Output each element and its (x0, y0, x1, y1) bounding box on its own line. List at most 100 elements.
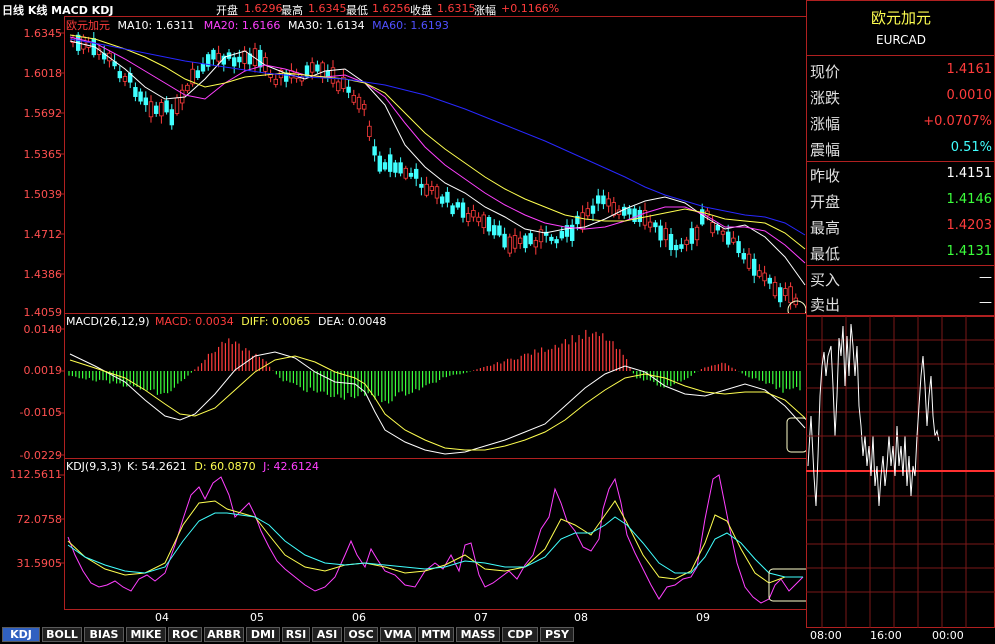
quote-row-ask: 卖出 — (810, 295, 992, 314)
candle-body (408, 172, 414, 177)
d-value: D: 60.0870 (194, 460, 256, 473)
time-tick: 00:00 (932, 629, 964, 642)
candle-body (601, 195, 606, 205)
candle-body (237, 56, 242, 63)
candle-body (590, 205, 596, 214)
date-tick: 04 (155, 611, 169, 624)
price-chart[interactable] (65, 17, 806, 313)
candle-body (361, 103, 367, 110)
candle-body (138, 91, 143, 102)
ma30-line (69, 34, 806, 250)
candle-body (481, 214, 486, 229)
intraday-chart[interactable] (806, 316, 995, 628)
candle-body (122, 76, 128, 82)
j-value: J: 42.6124 (263, 460, 320, 473)
candle-body (653, 222, 658, 228)
kdj-chart[interactable] (65, 459, 806, 609)
ma10-label: MA10: 1.6311 (117, 19, 195, 32)
k-value: K: 54.2621 (127, 460, 187, 473)
candle-body (689, 228, 694, 244)
candle-body (117, 71, 122, 79)
candle-body (772, 282, 778, 297)
kdj-legend: KDJ(9,3,3) K: 54.2621 D: 60.0870 J: 42.6… (66, 460, 319, 473)
tab-psy[interactable]: PSY (540, 627, 574, 642)
candle-body (154, 105, 159, 114)
tab-osc[interactable]: OSC (344, 627, 378, 642)
date-tick: 07 (474, 611, 488, 624)
candle-body (231, 57, 237, 67)
quote-name: 欧元加元 (870, 9, 931, 27)
candle-body (382, 162, 388, 170)
candle-body (658, 225, 663, 241)
candle-body (720, 230, 726, 235)
ma60-label: MA60: 1.6193 (372, 19, 449, 32)
candle-body (356, 96, 362, 110)
tab-mike[interactable]: MIKE (126, 627, 166, 642)
candle-body (351, 94, 356, 103)
candle-body (736, 241, 741, 254)
candle-body (517, 237, 523, 244)
diff-line (69, 351, 806, 455)
tab-cdp[interactable]: CDP (502, 627, 538, 642)
candle-body (606, 198, 611, 207)
candle-body (143, 97, 148, 106)
candle-body (315, 64, 320, 72)
tab-vma[interactable]: VMA (380, 627, 416, 642)
candle-body (627, 208, 632, 215)
tab-dmi[interactable]: DMI (246, 627, 280, 642)
candle-body (694, 226, 700, 241)
candle-body (741, 253, 746, 260)
candle-body (512, 235, 518, 249)
candle-body (320, 62, 325, 79)
tab-asi[interactable]: ASI (312, 627, 342, 642)
candle-body (533, 240, 538, 248)
candle-body (596, 195, 601, 204)
candle-body (778, 287, 783, 303)
candle-body (497, 225, 502, 236)
tab-bias[interactable]: BIAS (84, 627, 124, 642)
candle-body (715, 225, 720, 231)
candle-body (788, 286, 793, 304)
candle-body (767, 277, 772, 284)
tab-arbr[interactable]: ARBR (204, 627, 244, 642)
candle-body (450, 205, 455, 215)
candle-body (164, 100, 169, 113)
quote-row-prevclose: 昨收 1.4151 (810, 166, 992, 185)
kdj-title: KDJ(9,3,3) (66, 460, 122, 473)
candle-body (445, 191, 450, 203)
candle-body (465, 213, 471, 222)
tab-mtm[interactable]: MTM (418, 627, 454, 642)
candle-body (419, 183, 424, 188)
divider (807, 55, 995, 56)
tab-rsi[interactable]: RSI (282, 627, 310, 642)
candle-body (200, 63, 206, 72)
tab-roc[interactable]: ROC (168, 627, 202, 642)
ma60-line (69, 38, 806, 236)
macd-legend: MACD(26,12,9) MACD: 0.0034 DIFF: 0.0065 … (66, 315, 386, 328)
candle-body (455, 202, 460, 208)
dea-value: DEA: 0.0048 (317, 315, 387, 328)
candle-body (648, 221, 653, 228)
candle-body (528, 233, 533, 245)
quote-code: EURCAD (876, 33, 926, 47)
candle-body (668, 233, 674, 251)
tab-boll[interactable]: BOLL (42, 627, 82, 642)
ma10-line (69, 40, 806, 286)
candle-body (731, 237, 736, 243)
low-value: 1.6256 (372, 2, 411, 15)
tab-mass[interactable]: MASS (456, 627, 500, 642)
candle-body (523, 235, 528, 249)
macd-highlight-box (786, 417, 806, 453)
intraday-time-axis: 08:00 16:00 00:00 (806, 628, 995, 644)
quote-row-change: 涨跌 0.0010 (810, 88, 992, 107)
header-bar: 日线 K线 MACD KDJ 开盘 1.6296 最高 1.6345 最低 1.… (0, 0, 806, 17)
candle-body (679, 244, 684, 249)
candle-body (554, 239, 559, 244)
macd-chart[interactable] (65, 314, 806, 458)
candle-body (257, 49, 263, 68)
quote-row-pct: 涨幅 +0.0707% (810, 114, 992, 133)
candle-body (304, 65, 310, 77)
candle-body (216, 52, 221, 62)
tab-kdj[interactable]: KDJ (2, 627, 40, 642)
candle-body (476, 216, 481, 223)
